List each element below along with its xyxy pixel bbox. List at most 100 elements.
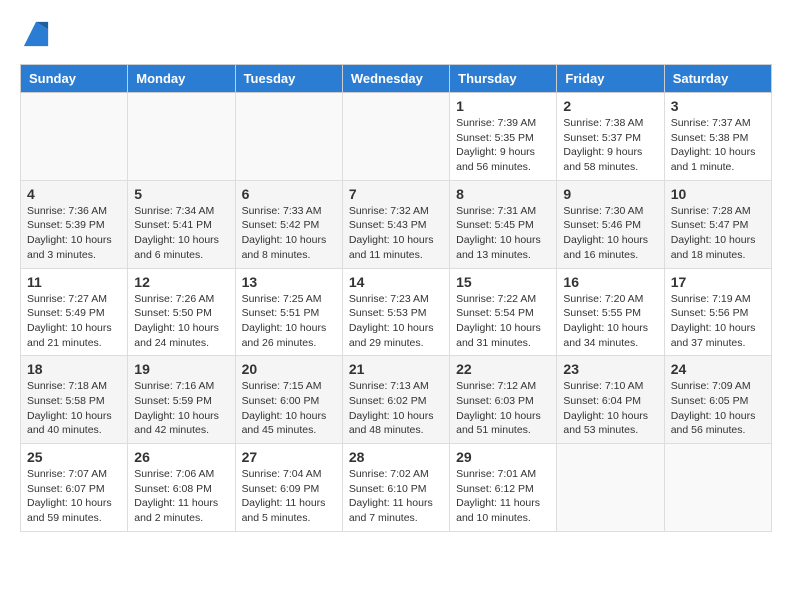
week-row-5: 25Sunrise: 7:07 AM Sunset: 6:07 PM Dayli… (21, 444, 772, 532)
calendar-cell: 9 Sunrise: 7:30 AM Sunset: 5:46 PM Daylig… (557, 180, 664, 268)
calendar-cell: 23 Sunrise: 7:10 AM Sunset: 6:04 PM Dayli… (557, 356, 664, 444)
calendar-cell (21, 93, 128, 181)
calendar-cell: 1 Sunrise: 7:39 AM Sunset: 5:35 PM Daylig… (450, 93, 557, 181)
calendar-cell: 26 Sunrise: 7:06 AM Sunset: 6:08 PM Dayli… (128, 444, 235, 532)
day-number: 10 (671, 186, 765, 202)
day-number: 14 (349, 274, 443, 290)
day-header-tuesday: Tuesday (235, 65, 342, 93)
day-number: 7 (349, 186, 443, 202)
day-info: Sunrise: 7:09 AM Sunset: 6:05 PM Dayligh… (671, 379, 765, 438)
calendar-cell: 22 Sunrise: 7:12 AM Sunset: 6:03 PM Dayli… (450, 356, 557, 444)
week-row-4: 18Sunrise: 7:18 AM Sunset: 5:58 PM Dayli… (21, 356, 772, 444)
calendar-cell: 8Sunrise: 7:31 AM Sunset: 5:45 PM Daylig… (450, 180, 557, 268)
header-row: SundayMondayTuesdayWednesdayThursdayFrid… (21, 65, 772, 93)
day-info: Sunrise: 7:37 AM Sunset: 5:38 PM Dayligh… (671, 116, 765, 175)
day-number: 21 (349, 361, 443, 377)
calendar-table: SundayMondayTuesdayWednesdayThursdayFrid… (20, 64, 772, 532)
calendar-cell: 20 Sunrise: 7:15 AM Sunset: 6:00 PM Dayli… (235, 356, 342, 444)
day-info: Sunrise: 7:07 AM Sunset: 6:07 PM Dayligh… (27, 467, 121, 526)
day-info: Sunrise: 7:39 AM Sunset: 5:35 PM Dayligh… (456, 116, 550, 175)
day-info: Sunrise: 7:27 AM Sunset: 5:49 PM Dayligh… (27, 292, 121, 351)
day-info: Sunrise: 7:38 AM Sunset: 5:37 PM Dayligh… (563, 116, 657, 175)
day-info: Sunrise: 7:10 AM Sunset: 6:04 PM Dayligh… (563, 379, 657, 438)
day-info: Sunrise: 7:23 AM Sunset: 5:53 PM Dayligh… (349, 292, 443, 351)
day-number: 12 (134, 274, 228, 290)
day-info: Sunrise: 7:06 AM Sunset: 6:08 PM Dayligh… (134, 467, 228, 526)
day-header-thursday: Thursday (450, 65, 557, 93)
calendar-cell: 21 Sunrise: 7:13 AM Sunset: 6:02 PM Dayli… (342, 356, 449, 444)
day-number: 23 (563, 361, 657, 377)
day-number: 1 (456, 98, 550, 114)
calendar-cell: 10 Sunrise: 7:28 AM Sunset: 5:47 PM Dayli… (664, 180, 771, 268)
calendar-cell: 2 Sunrise: 7:38 AM Sunset: 5:37 PM Daylig… (557, 93, 664, 181)
day-number: 29 (456, 449, 550, 465)
day-info: Sunrise: 7:28 AM Sunset: 5:47 PM Dayligh… (671, 204, 765, 263)
day-number: 11 (27, 274, 121, 290)
calendar-cell: 24 Sunrise: 7:09 AM Sunset: 6:05 PM Dayli… (664, 356, 771, 444)
page-header (20, 20, 772, 54)
calendar-cell: 6 Sunrise: 7:33 AM Sunset: 5:42 PM Daylig… (235, 180, 342, 268)
calendar-cell (342, 93, 449, 181)
day-header-friday: Friday (557, 65, 664, 93)
day-info: Sunrise: 7:32 AM Sunset: 5:43 PM Dayligh… (349, 204, 443, 263)
day-info: Sunrise: 7:02 AM Sunset: 6:10 PM Dayligh… (349, 467, 443, 526)
calendar-cell: 5 Sunrise: 7:34 AM Sunset: 5:41 PM Daylig… (128, 180, 235, 268)
day-number: 27 (242, 449, 336, 465)
calendar-cell: 25Sunrise: 7:07 AM Sunset: 6:07 PM Dayli… (21, 444, 128, 532)
day-header-saturday: Saturday (664, 65, 771, 93)
day-header-wednesday: Wednesday (342, 65, 449, 93)
day-info: Sunrise: 7:30 AM Sunset: 5:46 PM Dayligh… (563, 204, 657, 263)
day-info: Sunrise: 7:18 AM Sunset: 5:58 PM Dayligh… (27, 379, 121, 438)
day-info: Sunrise: 7:34 AM Sunset: 5:41 PM Dayligh… (134, 204, 228, 263)
day-info: Sunrise: 7:25 AM Sunset: 5:51 PM Dayligh… (242, 292, 336, 351)
day-number: 5 (134, 186, 228, 202)
day-info: Sunrise: 7:19 AM Sunset: 5:56 PM Dayligh… (671, 292, 765, 351)
day-number: 26 (134, 449, 228, 465)
logo-text (20, 20, 50, 54)
calendar-cell: 7 Sunrise: 7:32 AM Sunset: 5:43 PM Daylig… (342, 180, 449, 268)
day-number: 15 (456, 274, 550, 290)
day-number: 20 (242, 361, 336, 377)
day-info: Sunrise: 7:13 AM Sunset: 6:02 PM Dayligh… (349, 379, 443, 438)
week-row-2: 4 Sunrise: 7:36 AM Sunset: 5:39 PM Daylig… (21, 180, 772, 268)
calendar-cell: 4 Sunrise: 7:36 AM Sunset: 5:39 PM Daylig… (21, 180, 128, 268)
week-row-3: 11 Sunrise: 7:27 AM Sunset: 5:49 PM Dayli… (21, 268, 772, 356)
day-number: 8 (456, 186, 550, 202)
calendar-cell (128, 93, 235, 181)
day-number: 22 (456, 361, 550, 377)
calendar-cell: 19 Sunrise: 7:16 AM Sunset: 5:59 PM Dayli… (128, 356, 235, 444)
day-info: Sunrise: 7:36 AM Sunset: 5:39 PM Dayligh… (27, 204, 121, 263)
day-info: Sunrise: 7:15 AM Sunset: 6:00 PM Dayligh… (242, 379, 336, 438)
calendar-cell: 14 Sunrise: 7:23 AM Sunset: 5:53 PM Dayli… (342, 268, 449, 356)
calendar-cell: 28Sunrise: 7:02 AM Sunset: 6:10 PM Dayli… (342, 444, 449, 532)
day-header-sunday: Sunday (21, 65, 128, 93)
day-info: Sunrise: 7:22 AM Sunset: 5:54 PM Dayligh… (456, 292, 550, 351)
logo-icon (22, 20, 50, 48)
calendar-cell (664, 444, 771, 532)
calendar-cell: 13Sunrise: 7:25 AM Sunset: 5:51 PM Dayli… (235, 268, 342, 356)
calendar-cell: 27 Sunrise: 7:04 AM Sunset: 6:09 PM Dayli… (235, 444, 342, 532)
day-info: Sunrise: 7:16 AM Sunset: 5:59 PM Dayligh… (134, 379, 228, 438)
day-header-monday: Monday (128, 65, 235, 93)
calendar-cell: 18Sunrise: 7:18 AM Sunset: 5:58 PM Dayli… (21, 356, 128, 444)
calendar-cell (557, 444, 664, 532)
day-info: Sunrise: 7:12 AM Sunset: 6:03 PM Dayligh… (456, 379, 550, 438)
day-number: 19 (134, 361, 228, 377)
day-number: 9 (563, 186, 657, 202)
day-info: Sunrise: 7:04 AM Sunset: 6:09 PM Dayligh… (242, 467, 336, 526)
calendar-cell: 15 Sunrise: 7:22 AM Sunset: 5:54 PM Dayli… (450, 268, 557, 356)
day-number: 4 (27, 186, 121, 202)
calendar-cell: 29 Sunrise: 7:01 AM Sunset: 6:12 PM Dayli… (450, 444, 557, 532)
day-number: 24 (671, 361, 765, 377)
day-number: 17 (671, 274, 765, 290)
day-info: Sunrise: 7:33 AM Sunset: 5:42 PM Dayligh… (242, 204, 336, 263)
calendar-cell: 12 Sunrise: 7:26 AM Sunset: 5:50 PM Dayli… (128, 268, 235, 356)
day-number: 16 (563, 274, 657, 290)
day-info: Sunrise: 7:26 AM Sunset: 5:50 PM Dayligh… (134, 292, 228, 351)
day-info: Sunrise: 7:01 AM Sunset: 6:12 PM Dayligh… (456, 467, 550, 526)
day-number: 2 (563, 98, 657, 114)
day-number: 6 (242, 186, 336, 202)
week-row-1: 1 Sunrise: 7:39 AM Sunset: 5:35 PM Daylig… (21, 93, 772, 181)
calendar-cell: 11 Sunrise: 7:27 AM Sunset: 5:49 PM Dayli… (21, 268, 128, 356)
calendar-cell: 17 Sunrise: 7:19 AM Sunset: 5:56 PM Dayli… (664, 268, 771, 356)
